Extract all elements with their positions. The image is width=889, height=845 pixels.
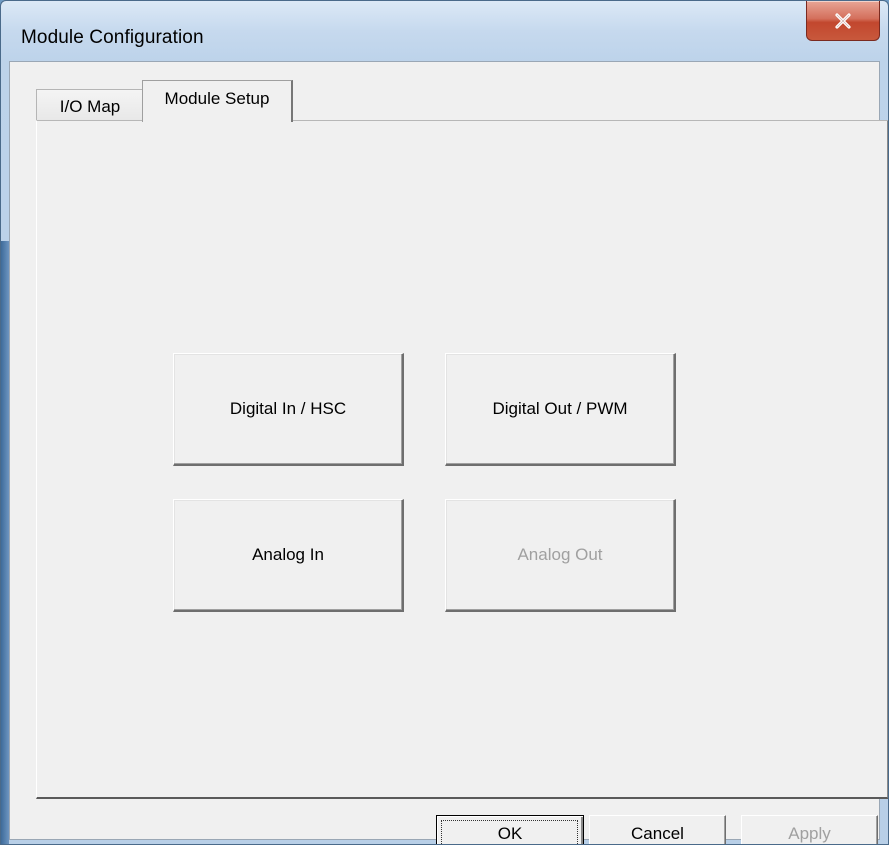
- tab-module-setup[interactable]: Module Setup: [142, 80, 293, 122]
- analog-out-button: Analog Out: [445, 499, 676, 612]
- tab-io-map[interactable]: I/O Map: [36, 89, 144, 121]
- digital-out-pwm-button[interactable]: Digital Out / PWM: [445, 353, 676, 466]
- digital-in-hsc-button[interactable]: Digital In / HSC: [173, 353, 404, 466]
- module-configuration-window: Module Configuration I/O Map Module Setu…: [0, 0, 889, 845]
- analog-in-button[interactable]: Analog In: [173, 499, 404, 612]
- title-bar[interactable]: Module Configuration: [1, 1, 888, 61]
- cancel-button[interactable]: Cancel: [589, 815, 726, 844]
- dialog-client-area: I/O Map Module Setup Digital In / HSC Di…: [9, 61, 888, 844]
- window-edge-strip: [1, 241, 9, 844]
- module-setup-panel: Digital In / HSC Digital Out / PWM Analo…: [36, 120, 888, 799]
- close-button[interactable]: [806, 1, 880, 41]
- ok-button-label: OK: [497, 823, 523, 843]
- apply-button: Apply: [741, 815, 878, 844]
- window-title: Module Configuration: [21, 27, 204, 48]
- close-x-icon: [834, 12, 852, 29]
- ok-button[interactable]: OK: [436, 815, 584, 844]
